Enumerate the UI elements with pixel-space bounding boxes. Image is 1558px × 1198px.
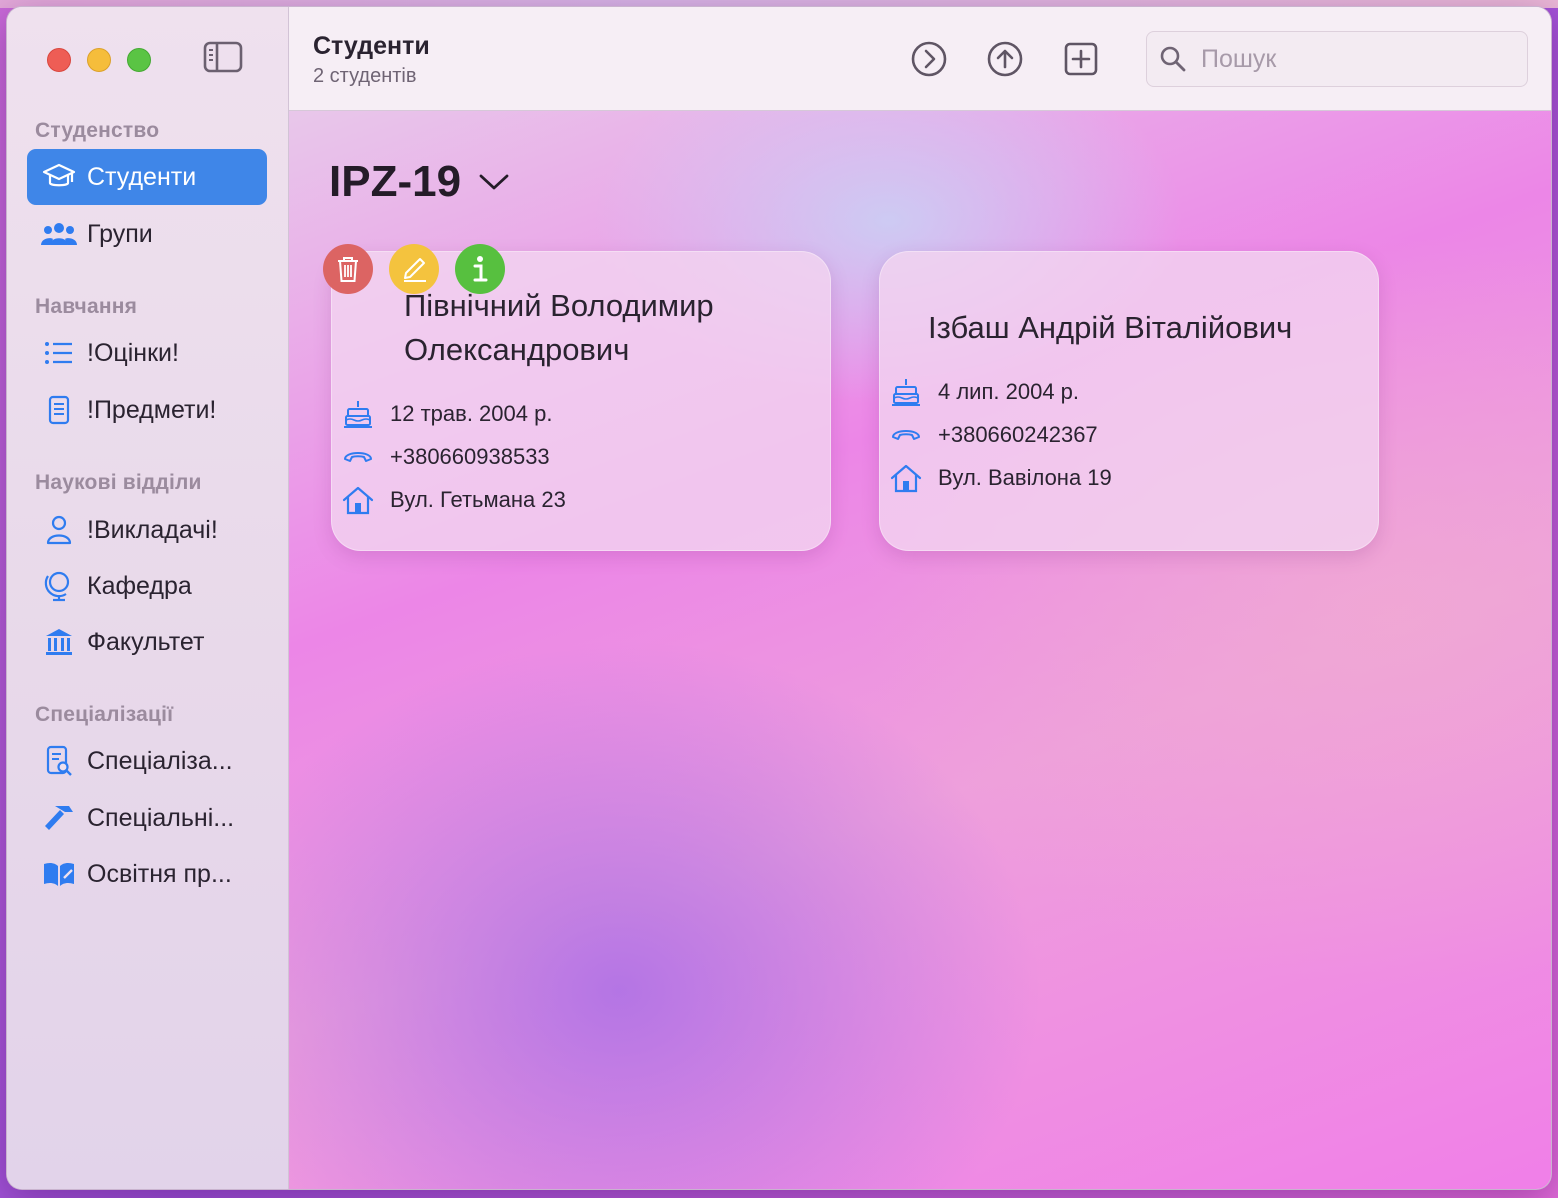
- edit-button[interactable]: [389, 244, 439, 294]
- window-controls: [47, 48, 151, 72]
- student-birthday-row: 4 лип. 2004 р.: [890, 376, 1079, 408]
- sidebar-item-label: !Оцінки!: [87, 338, 179, 367]
- sidebar-item-groups[interactable]: Групи: [27, 206, 267, 262]
- close-window-button[interactable]: [47, 48, 71, 72]
- sidebar-item-subjects[interactable]: !Предмети!: [27, 382, 267, 438]
- building-columns-icon: [41, 626, 77, 658]
- sidebar-item-faculty[interactable]: Факультет: [27, 614, 267, 670]
- house-icon: [890, 462, 922, 494]
- sidebar-toggle-button[interactable]: [203, 41, 243, 73]
- student-phone-row: +380660242367: [890, 419, 1098, 451]
- minimize-window-button[interactable]: [87, 48, 111, 72]
- student-birthday: 12 трав. 2004 р.: [390, 401, 553, 426]
- phone-icon: [890, 419, 922, 451]
- sidebar-item-label: Спеціальні...: [87, 803, 235, 832]
- sidebar-item-students[interactable]: Студенти: [27, 149, 267, 205]
- book-icon: [41, 858, 77, 890]
- sidebar-item-grades[interactable]: !Оцінки!: [27, 325, 267, 381]
- sidebar-icon: [203, 41, 243, 73]
- sidebar-item-label: Кафедра: [87, 571, 192, 600]
- students-content: IPZ-19 Північний Володимир Олександрович…: [289, 111, 1551, 1189]
- sidebar-item-label: Факультет: [87, 627, 205, 656]
- search-input[interactable]: [1201, 44, 1501, 74]
- sidebar: Студенство Студенти Групи Навчання !Оцін…: [7, 7, 289, 1189]
- delete-button[interactable]: [323, 244, 373, 294]
- section-title-specializations: Спеціалізації: [35, 703, 174, 726]
- graduation-cap-icon: [41, 161, 77, 193]
- student-phone: +380660242367: [938, 422, 1098, 447]
- student-address-row: Вул. Вавілона 19: [890, 462, 1112, 494]
- sidebar-item-specialties[interactable]: Спеціальні...: [27, 790, 267, 846]
- sidebar-item-department[interactable]: Кафедра: [27, 558, 267, 614]
- globe-icon: [41, 570, 77, 602]
- chevron-right-circle-icon: [911, 41, 947, 77]
- student-birthday: 4 лип. 2004 р.: [938, 379, 1080, 404]
- group-selector[interactable]: IPZ-19: [329, 157, 509, 207]
- arrow-up-circle-icon: [987, 41, 1023, 77]
- page-subtitle: 2 студентів: [313, 65, 417, 87]
- student-phone-row: +380660938533: [342, 441, 550, 473]
- section-title-studentship: Студенство: [35, 119, 160, 142]
- student-address: Вул. Вавілона 19: [938, 465, 1112, 490]
- sidebar-item-label: Групи: [87, 219, 153, 248]
- sidebar-item-label: Спеціаліза...: [87, 746, 233, 775]
- birthday-cake-icon: [890, 376, 922, 408]
- section-title-research-departments: Наукові відділи: [35, 471, 202, 494]
- plus-square-icon: [1064, 42, 1098, 76]
- group-title: IPZ-19: [329, 157, 462, 206]
- sidebar-item-label: Освітня пр...: [87, 859, 232, 888]
- student-name: Ізбаш Андрій Віталійович: [928, 310, 1293, 345]
- people-icon: [41, 218, 77, 250]
- search-field[interactable]: [1146, 31, 1528, 87]
- pencil-icon: [404, 258, 426, 282]
- sidebar-item-label: !Викладачі!: [87, 515, 218, 544]
- sidebar-item-label: !Предмети!: [87, 395, 217, 424]
- student-phone: +380660938533: [390, 444, 550, 469]
- person-icon: [41, 514, 77, 546]
- sidebar-item-specializations[interactable]: Спеціаліза...: [27, 733, 267, 789]
- section-title-learning: Навчання: [35, 295, 138, 318]
- info-icon: [473, 256, 488, 282]
- page-title: Студенти: [313, 32, 430, 60]
- add-student-button[interactable]: [1061, 39, 1101, 79]
- document-search-icon: [41, 745, 77, 777]
- house-icon: [342, 484, 374, 516]
- sidebar-item-teachers[interactable]: !Викладачі!: [27, 502, 267, 558]
- app-window: Студенство Студенти Групи Навчання !Оцін…: [6, 6, 1552, 1190]
- search-icon: [1160, 46, 1186, 72]
- student-name-line1: Північний Володимир: [404, 288, 714, 323]
- student-card[interactable]: Північний Володимир Олександрович 12 тра…: [331, 251, 831, 551]
- birthday-cake-icon: [342, 398, 374, 430]
- chevron-down-icon: [479, 174, 509, 190]
- trash-icon: [338, 257, 358, 282]
- student-birthday-row: 12 трав. 2004 р.: [342, 398, 552, 430]
- forward-button[interactable]: [909, 39, 949, 79]
- phone-icon: [342, 441, 374, 473]
- zoom-window-button[interactable]: [127, 48, 151, 72]
- sidebar-item-educational-program[interactable]: Освітня пр...: [27, 846, 267, 902]
- student-name-line2: Олександрович: [404, 332, 630, 367]
- info-button[interactable]: [455, 244, 505, 294]
- student-address-row: Вул. Гетьмана 23: [342, 484, 566, 516]
- hammer-icon: [41, 802, 77, 834]
- document-icon: [41, 394, 77, 426]
- sidebar-item-label: Студенти: [87, 162, 197, 191]
- list-icon: [41, 337, 77, 369]
- student-card[interactable]: Ізбаш Андрій Віталійович 4 лип. 2004 р. …: [879, 251, 1379, 551]
- student-address: Вул. Гетьмана 23: [390, 487, 566, 512]
- toolbar: Студенти 2 студентів: [289, 7, 1551, 111]
- upload-button[interactable]: [985, 39, 1025, 79]
